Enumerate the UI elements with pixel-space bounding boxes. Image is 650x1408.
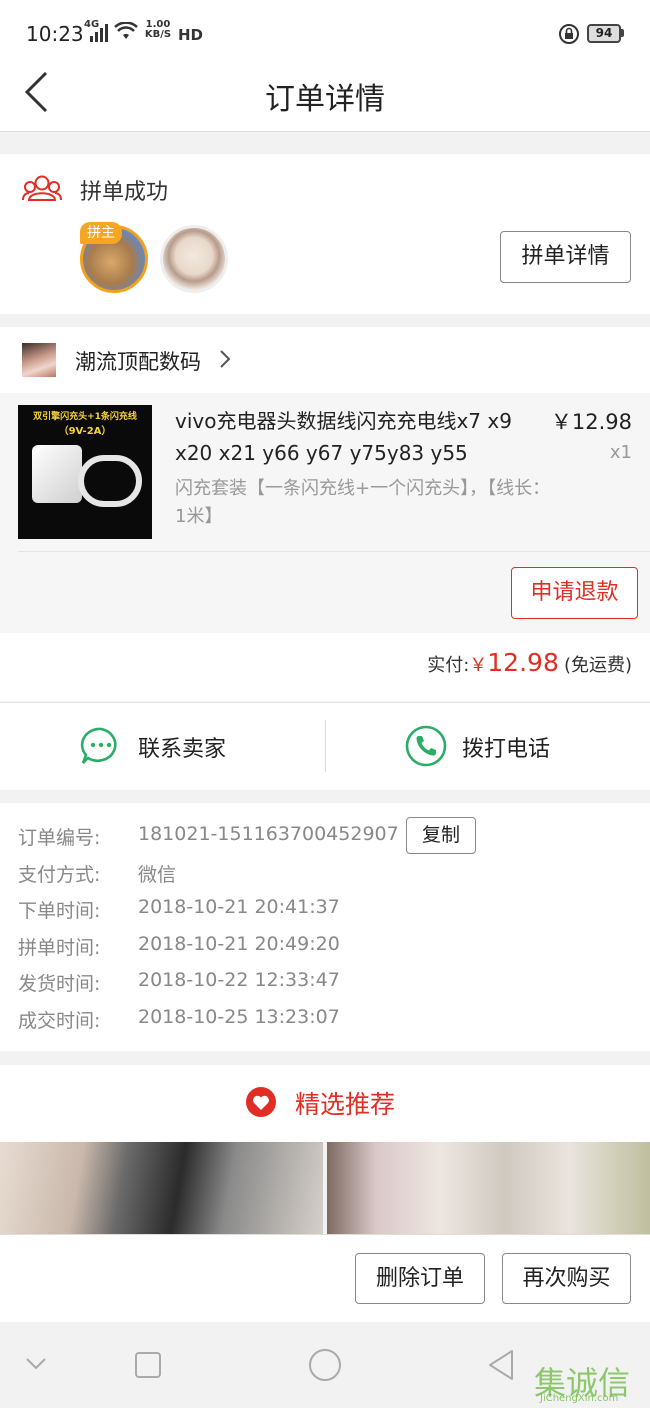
rebuy-button[interactable]: 再次购买 <box>502 1253 631 1304</box>
net-speed: 1.00 KB/S <box>142 20 174 40</box>
payment-label: 实付: <box>427 655 470 676</box>
recommend-item-2-image[interactable] <box>327 1142 650 1234</box>
store-avatar <box>22 343 56 377</box>
wifi-icon <box>114 22 138 39</box>
group-time-value: 2018-10-21 20:49:20 <box>138 933 340 955</box>
ship-time-value: 2018-10-22 12:33:47 <box>138 969 340 991</box>
group-time-label: 拼单时间: <box>18 937 101 959</box>
product-image-caption-1: 双引擎闪充头+1条闪充线 <box>33 412 137 422</box>
ship-time-label: 发货时间: <box>18 973 101 995</box>
product-quantity: x1 <box>609 442 632 463</box>
chevron-right-icon <box>220 350 231 368</box>
recent-apps-icon[interactable] <box>134 1351 162 1379</box>
lock-rotation-icon <box>559 24 579 44</box>
heart-badge-icon <box>246 1087 276 1117</box>
watermark-url: JiChengXin.com <box>540 1393 619 1404</box>
group-people-icon <box>22 175 62 201</box>
payment-method-value: 微信 <box>138 864 177 886</box>
back-triangle-icon[interactable] <box>486 1348 516 1382</box>
chat-bubble-icon <box>80 727 117 764</box>
order-time-value: 2018-10-21 20:41:37 <box>138 896 340 918</box>
leader-badge: 拼主 <box>80 222 122 244</box>
shipping-note: (免运费) <box>563 655 632 676</box>
recommend-title: 精选推荐 <box>295 1090 396 1119</box>
copy-button[interactable]: 复制 <box>406 817 476 854</box>
order-number-value: 181021-151163700452907 <box>138 823 399 845</box>
product-price: ￥12.98 <box>550 410 632 434</box>
battery-indicator: 94 <box>587 24 621 43</box>
payment-method-label: 支付方式: <box>18 864 101 886</box>
home-icon[interactable] <box>308 1348 342 1382</box>
hd-indicator: HD <box>178 26 204 44</box>
product-spec: 闪充套装【一条闪充线+一个闪充头】，【线长：1米】 <box>175 478 551 527</box>
group-details-button[interactable]: 拼单详情 <box>500 231 631 283</box>
contact-seller-label: 联系卖家 <box>138 737 227 762</box>
avatar-member[interactable] <box>160 225 228 293</box>
status-time: 10:23 <box>26 22 84 46</box>
delete-order-button[interactable]: 删除订单 <box>355 1253 485 1304</box>
charger-shape <box>32 445 82 503</box>
phone-icon <box>405 725 447 767</box>
page-title: 订单详情 <box>265 82 385 117</box>
order-number-label: 订单编号: <box>18 827 101 849</box>
product-image[interactable]: 双引擎闪充头+1条闪充线 （9V-2A） <box>18 405 152 539</box>
order-time-label: 下单时间: <box>18 900 101 922</box>
deal-time-value: 2018-10-25 13:23:07 <box>138 1006 340 1028</box>
net-speed-unit: KB/S <box>144 29 172 40</box>
refund-button[interactable]: 申请退款 <box>511 567 638 619</box>
chevron-down-icon[interactable] <box>24 1356 48 1372</box>
divider <box>18 551 650 552</box>
group-status: 拼单成功 <box>80 180 169 205</box>
store-name[interactable]: 潮流顶配数码 <box>75 346 201 376</box>
payment-summary: 实付:￥12.98 (免运费) <box>0 648 632 677</box>
payment-amount: 12.98 <box>487 648 559 677</box>
battery-tip <box>621 29 624 37</box>
deal-time-label: 成交时间: <box>18 1010 101 1032</box>
product-image-caption-2: （9V-2A） <box>58 426 112 437</box>
cable-shape <box>78 455 142 507</box>
call-label: 拨打电话 <box>462 737 551 762</box>
payment-currency: ￥ <box>469 655 488 676</box>
recommend-item-1-image[interactable] <box>0 1142 323 1234</box>
signal-bars-icon <box>90 24 108 42</box>
product-title[interactable]: vivo充电器头数据线闪充充电线x7 x9 x20 x21 y66 y67 y7… <box>175 405 535 469</box>
